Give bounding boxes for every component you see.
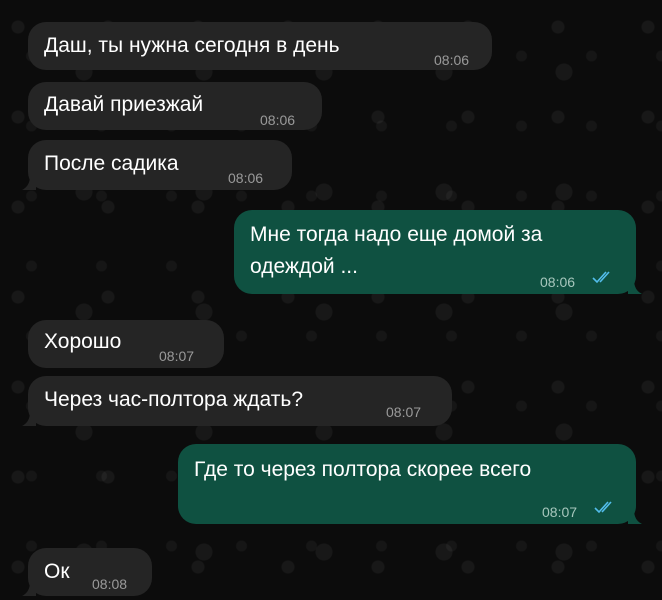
message-time: 08:06 xyxy=(540,274,576,290)
message-time: 08:07 xyxy=(159,348,195,364)
bubble-tail xyxy=(22,582,36,596)
message-text: Ок xyxy=(44,560,70,583)
message-time: 08:06 xyxy=(228,170,264,186)
double-check-icon xyxy=(594,501,612,514)
message-text: Хорошо xyxy=(44,330,122,353)
double-check-icon xyxy=(592,271,610,284)
message-text: После садика xyxy=(44,152,179,175)
message-time: 08:08 xyxy=(92,576,128,592)
message-incoming[interactable]: Через час-полтора ждать? 08:07 xyxy=(22,376,452,426)
message-text-line-1: Мне тогда надо еще домой за xyxy=(250,223,543,246)
message-text: Через час-полтора ждать? xyxy=(44,388,304,411)
message-outgoing[interactable]: Мне тогда надо еще домой за одеждой ... … xyxy=(234,210,642,294)
bubble-tail xyxy=(628,510,642,524)
message-text-line-2: одеждой ... xyxy=(250,255,358,278)
bubble-tail xyxy=(22,412,36,426)
message-text: Где то через полтора скорее всего xyxy=(194,458,532,481)
message-incoming[interactable]: Ок 08:08 xyxy=(22,548,152,596)
message-time: 08:06 xyxy=(260,112,296,128)
message-text: Даш, ты нужна сегодня в день xyxy=(44,34,340,57)
message-time: 08:07 xyxy=(542,504,578,520)
bubble-tail xyxy=(22,176,36,190)
message-time: 08:06 xyxy=(434,52,470,68)
message-incoming[interactable]: Давай приезжай 08:06 xyxy=(28,82,322,130)
message-incoming[interactable]: После садика 08:06 xyxy=(22,140,292,190)
message-text: Давай приезжай xyxy=(44,93,204,116)
message-incoming[interactable]: Хорошо 08:07 xyxy=(28,320,224,368)
message-time: 08:07 xyxy=(386,404,422,420)
message-outgoing[interactable]: Где то через полтора скорее всего 08:07 xyxy=(178,444,642,524)
bubble-tail xyxy=(628,280,642,294)
message-incoming[interactable]: Даш, ты нужна сегодня в день 08:06 xyxy=(28,22,492,70)
